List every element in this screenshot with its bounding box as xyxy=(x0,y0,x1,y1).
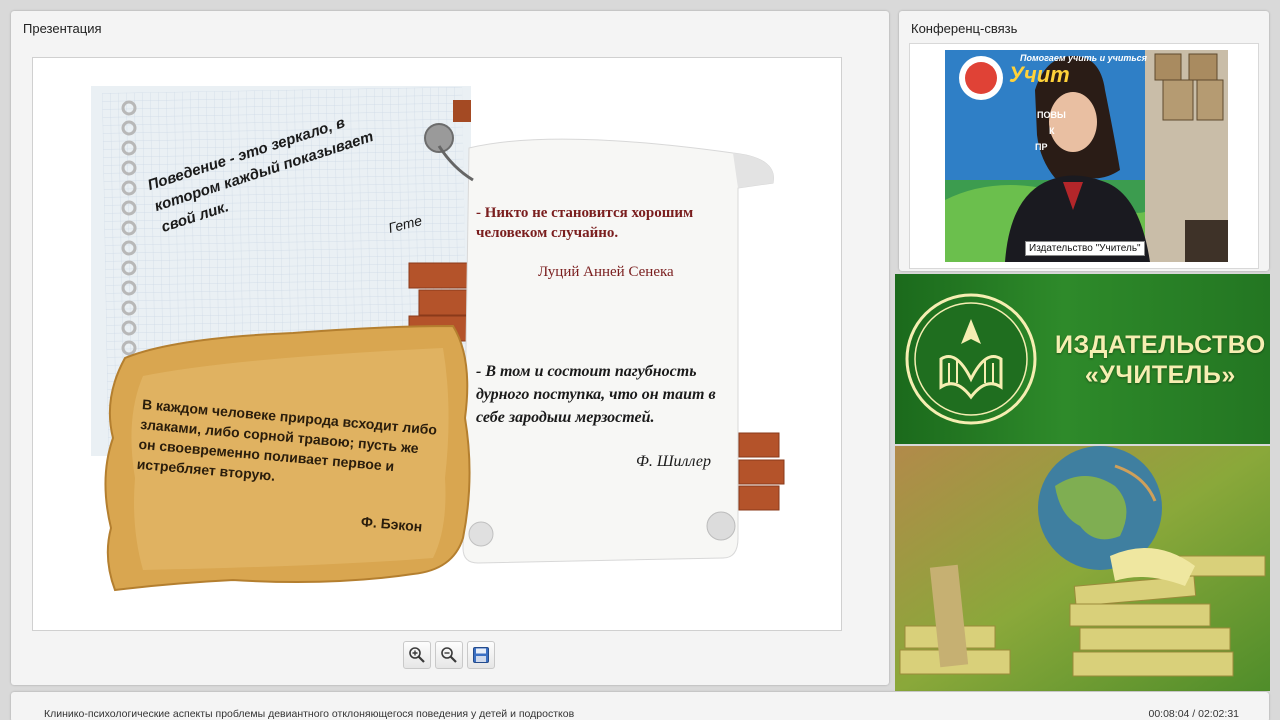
quote-schiller: - В том и состоит пагубность дурного пос… xyxy=(476,363,716,426)
participant-name-tag: Издательство "Учитель" xyxy=(1025,241,1145,256)
zoom-in-button[interactable] xyxy=(403,641,431,669)
presentation-slide: Поведение - это зеркало, в котором кажды… xyxy=(32,57,842,631)
books-globe-image xyxy=(895,446,1270,691)
playback-time: 00:08:04 / 02:02:31 xyxy=(1148,708,1240,720)
quote-schiller-author: Ф. Шиллер xyxy=(636,453,712,470)
backdrop-brand: Учит xyxy=(1009,62,1070,87)
presentation-title: Презентация xyxy=(23,21,102,36)
backdrop-item-2: К xyxy=(1049,126,1055,136)
slide-artwork xyxy=(91,86,785,592)
conference-panel: Конференц-связь Помогаем учить и учиться… xyxy=(899,11,1269,271)
backdrop-item-3: ПР xyxy=(1035,142,1048,152)
status-bar: Клинико-психологические аспекты проблемы… xyxy=(11,692,1269,720)
save-button[interactable] xyxy=(467,641,495,669)
conference-title: Конференц-связь xyxy=(911,21,1018,36)
publisher-line-2: «УЧИТЕЛЬ» xyxy=(1084,361,1236,389)
quote-seneca-author: Луций Анней Сенека xyxy=(538,264,674,280)
presentation-panel: Презентация Поведение - это зеркало, в к… xyxy=(11,11,889,685)
video-container: Помогаем учить и учиться Учит ПОВЫ К ПР … xyxy=(909,43,1259,269)
participant-video[interactable]: Помогаем учить и учиться Учит ПОВЫ К ПР … xyxy=(945,50,1228,262)
zoom-out-icon xyxy=(441,647,457,663)
slide-toolbar xyxy=(403,641,495,669)
video-frame xyxy=(945,50,1228,262)
publisher-name: ИЗДАТЕЛЬСТВО «УЧИТЕЛЬ» xyxy=(1055,330,1266,390)
backdrop-item-1: ПОВЫ xyxy=(1037,110,1066,120)
zoom-out-button[interactable] xyxy=(435,641,463,669)
quote-seneca: - Никто не становится хорошим человеком … xyxy=(476,205,694,241)
lecture-title: Клинико-психологические аспекты проблемы… xyxy=(44,708,575,720)
publisher-banner: ИЗДАТЕЛЬСТВО «УЧИТЕЛЬ» xyxy=(895,274,1270,444)
save-icon xyxy=(473,647,489,663)
publisher-line-1: ИЗДАТЕЛЬСТВО xyxy=(1055,331,1266,359)
books-illustration xyxy=(895,446,1270,691)
zoom-in-icon xyxy=(409,647,425,663)
publisher-logo-icon xyxy=(905,293,1037,425)
